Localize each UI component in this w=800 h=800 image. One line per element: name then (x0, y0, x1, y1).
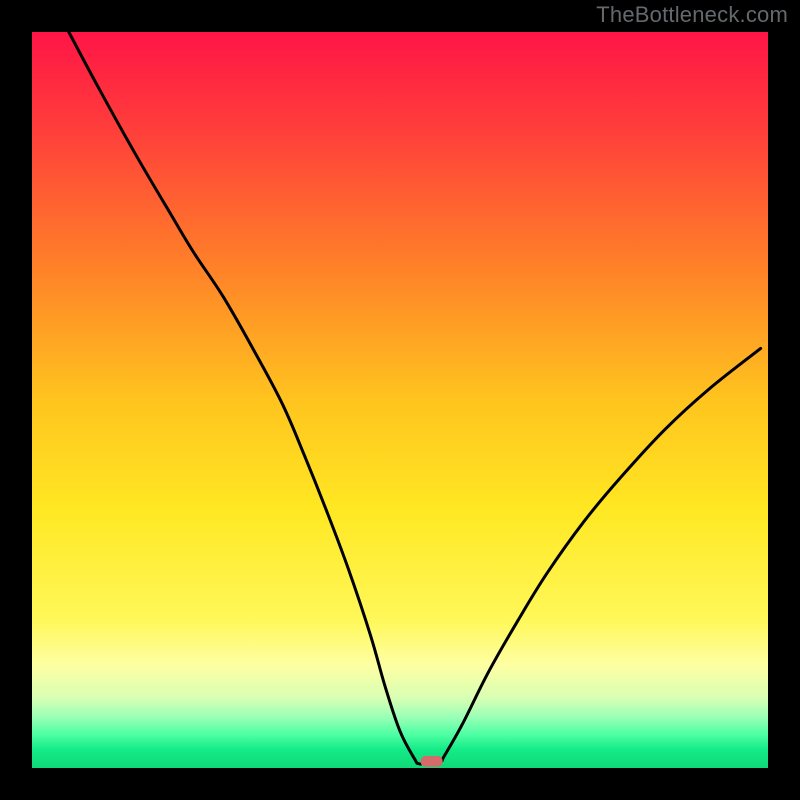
plot-area (32, 32, 768, 768)
chart-frame: TheBottleneck.com (0, 0, 800, 800)
gradient-background (32, 32, 768, 768)
watermark-text: TheBottleneck.com (596, 2, 788, 28)
minimum-marker (421, 756, 443, 767)
chart-svg (32, 32, 768, 768)
